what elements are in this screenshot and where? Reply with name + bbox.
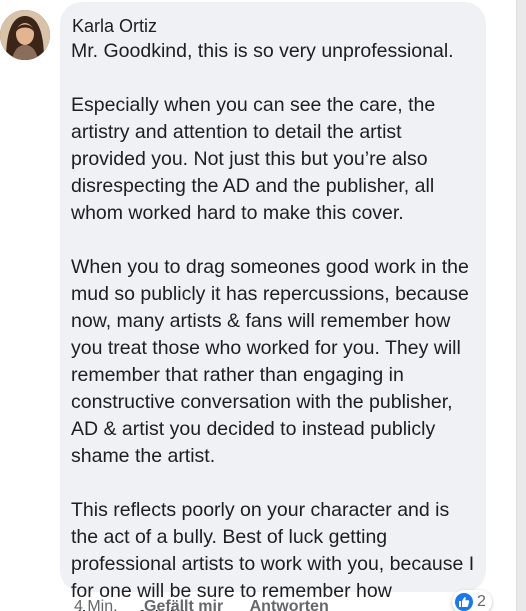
thumbs-up-icon bbox=[455, 593, 473, 611]
comment-paragraph: When you to drag someones good work in t… bbox=[71, 256, 469, 467]
avatar-photo bbox=[0, 10, 50, 60]
comment-author[interactable]: Karla Ortiz bbox=[72, 16, 157, 37]
comment-timestamp[interactable]: 4 Min. bbox=[74, 598, 118, 611]
comment-screen: Karla Ortiz Mr. Goodkind, this is so ver… bbox=[0, 0, 526, 611]
like-button[interactable]: Gefällt mir bbox=[144, 598, 223, 611]
avatar[interactable] bbox=[0, 10, 50, 60]
comment-paragraph: Especially when you can see the care, th… bbox=[71, 94, 436, 224]
comment-text: Mr. Goodkind, this is so very unprofessi… bbox=[71, 38, 481, 611]
reaction-summary[interactable]: 2 bbox=[452, 590, 492, 611]
comment-actions: 4 Min. Gefällt mir Antworten bbox=[74, 598, 351, 611]
comment-paragraph: This reflects poorly on your character a… bbox=[71, 499, 475, 611]
scrollbar-track[interactable] bbox=[516, 0, 526, 611]
comment-paragraph: Mr. Goodkind, this is so very unprofessi… bbox=[71, 40, 454, 62]
reply-button[interactable]: Antworten bbox=[250, 598, 329, 611]
reaction-count: 2 bbox=[477, 593, 486, 610]
